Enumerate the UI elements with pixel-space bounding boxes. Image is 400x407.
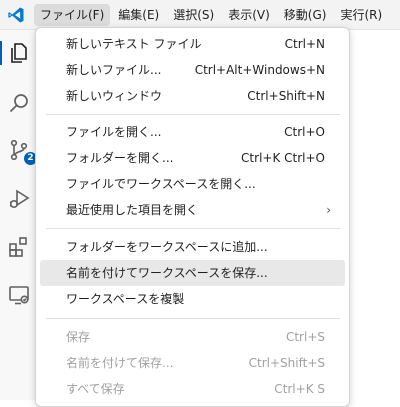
activity-bar: 2: [0, 30, 37, 400]
menu-run[interactable]: 実行(R): [334, 4, 388, 26]
menu-item-shortcut: Ctrl+K Ctrl+O: [241, 151, 325, 165]
menu-item-save[interactable]: 保存 Ctrl+S: [40, 324, 345, 350]
menu-item-open-file[interactable]: ファイルを開く... Ctrl+O: [40, 119, 345, 145]
run-debug-icon[interactable]: [7, 187, 31, 211]
menu-view[interactable]: 表示(V): [222, 4, 276, 26]
menu-item-label: すべて保存: [66, 382, 125, 396]
extensions-icon[interactable]: [7, 235, 31, 259]
menu-item-label: 新しいウィンドウ: [66, 89, 163, 103]
menu-bar: ファイル(F) 編集(E) 選択(S) 表示(V) 移動(G) 実行(R): [0, 0, 400, 30]
menu-separator: [46, 114, 340, 115]
menu-item-label: フォルダーをワークスペースに追加...: [66, 240, 268, 254]
menu-go[interactable]: 移動(G): [278, 4, 333, 26]
menu-item-label: 新しいファイル...: [66, 63, 162, 77]
menu-edit[interactable]: 編集(E): [112, 4, 165, 26]
menu-item-label: ファイルでワークスペースを開く...: [66, 177, 256, 191]
menu-selection[interactable]: 選択(S): [167, 4, 220, 26]
menu-item-new-window[interactable]: 新しいウィンドウ Ctrl+Shift+N: [40, 83, 345, 109]
menu-item-label: フォルダーを開く...: [66, 151, 174, 165]
menu-item-label: 最近使用した項目を開く: [66, 203, 199, 217]
active-indicator: [0, 41, 2, 65]
menu-item-label: 保存: [66, 330, 91, 344]
menu-item-save-as[interactable]: 名前を付けて保存... Ctrl+Shift+S: [40, 350, 345, 376]
menu-separator: [46, 318, 340, 319]
menubar-items: ファイル(F) 編集(E) 選択(S) 表示(V) 移動(G) 実行(R): [34, 4, 390, 26]
menu-separator: [46, 228, 340, 229]
menu-item-add-folder-to-workspace[interactable]: フォルダーをワークスペースに追加...: [40, 234, 345, 260]
menu-file[interactable]: ファイル(F): [34, 4, 111, 26]
menu-item-new-file[interactable]: 新しいファイル... Ctrl+Alt+Windows+N: [40, 57, 345, 83]
menu-item-new-text-file[interactable]: 新しいテキスト ファイル Ctrl+N: [40, 31, 345, 57]
menu-item-open-recent[interactable]: 最近使用した項目を開く ›: [40, 197, 345, 223]
menu-item-label: 名前を付けてワークスペースを保存...: [66, 266, 268, 280]
menu-item-shortcut: Ctrl+Shift+N: [247, 89, 325, 103]
menu-item-label: 新しいテキスト ファイル: [66, 37, 202, 51]
menu-item-label: ファイルを開く...: [66, 125, 162, 139]
menu-item-duplicate-workspace[interactable]: ワークスペースを複製: [40, 286, 345, 312]
menu-item-label: ワークスペースを複製: [66, 292, 185, 306]
menu-item-shortcut: Ctrl+N: [284, 37, 325, 51]
explorer-icon[interactable]: [7, 41, 31, 65]
search-icon[interactable]: [7, 91, 31, 115]
menu-item-shortcut: Ctrl+Shift+S: [248, 356, 325, 370]
menu-item-shortcut: Ctrl+O: [284, 125, 325, 139]
menu-item-shortcut: Ctrl+K S: [274, 382, 325, 396]
vscode-logo-icon[interactable]: [7, 6, 25, 24]
menu-item-open-folder[interactable]: フォルダーを開く... Ctrl+K Ctrl+O: [40, 145, 345, 171]
menu-item-shortcut: Ctrl+S: [285, 330, 325, 344]
menu-item-open-workspace-from-file[interactable]: ファイルでワークスペースを開く...: [40, 171, 345, 197]
remote-explorer-icon[interactable]: [7, 283, 31, 307]
menu-item-shortcut: Ctrl+Alt+Windows+N: [194, 63, 325, 77]
menu-item-label: 名前を付けて保存...: [66, 356, 174, 370]
chevron-right-icon: ›: [326, 203, 331, 217]
file-menu-dropdown: 新しいテキスト ファイル Ctrl+N 新しいファイル... Ctrl+Alt+…: [35, 27, 350, 407]
menu-item-save-all[interactable]: すべて保存 Ctrl+K S: [40, 376, 345, 402]
menu-item-save-workspace-as[interactable]: 名前を付けてワークスペースを保存...: [40, 260, 345, 286]
